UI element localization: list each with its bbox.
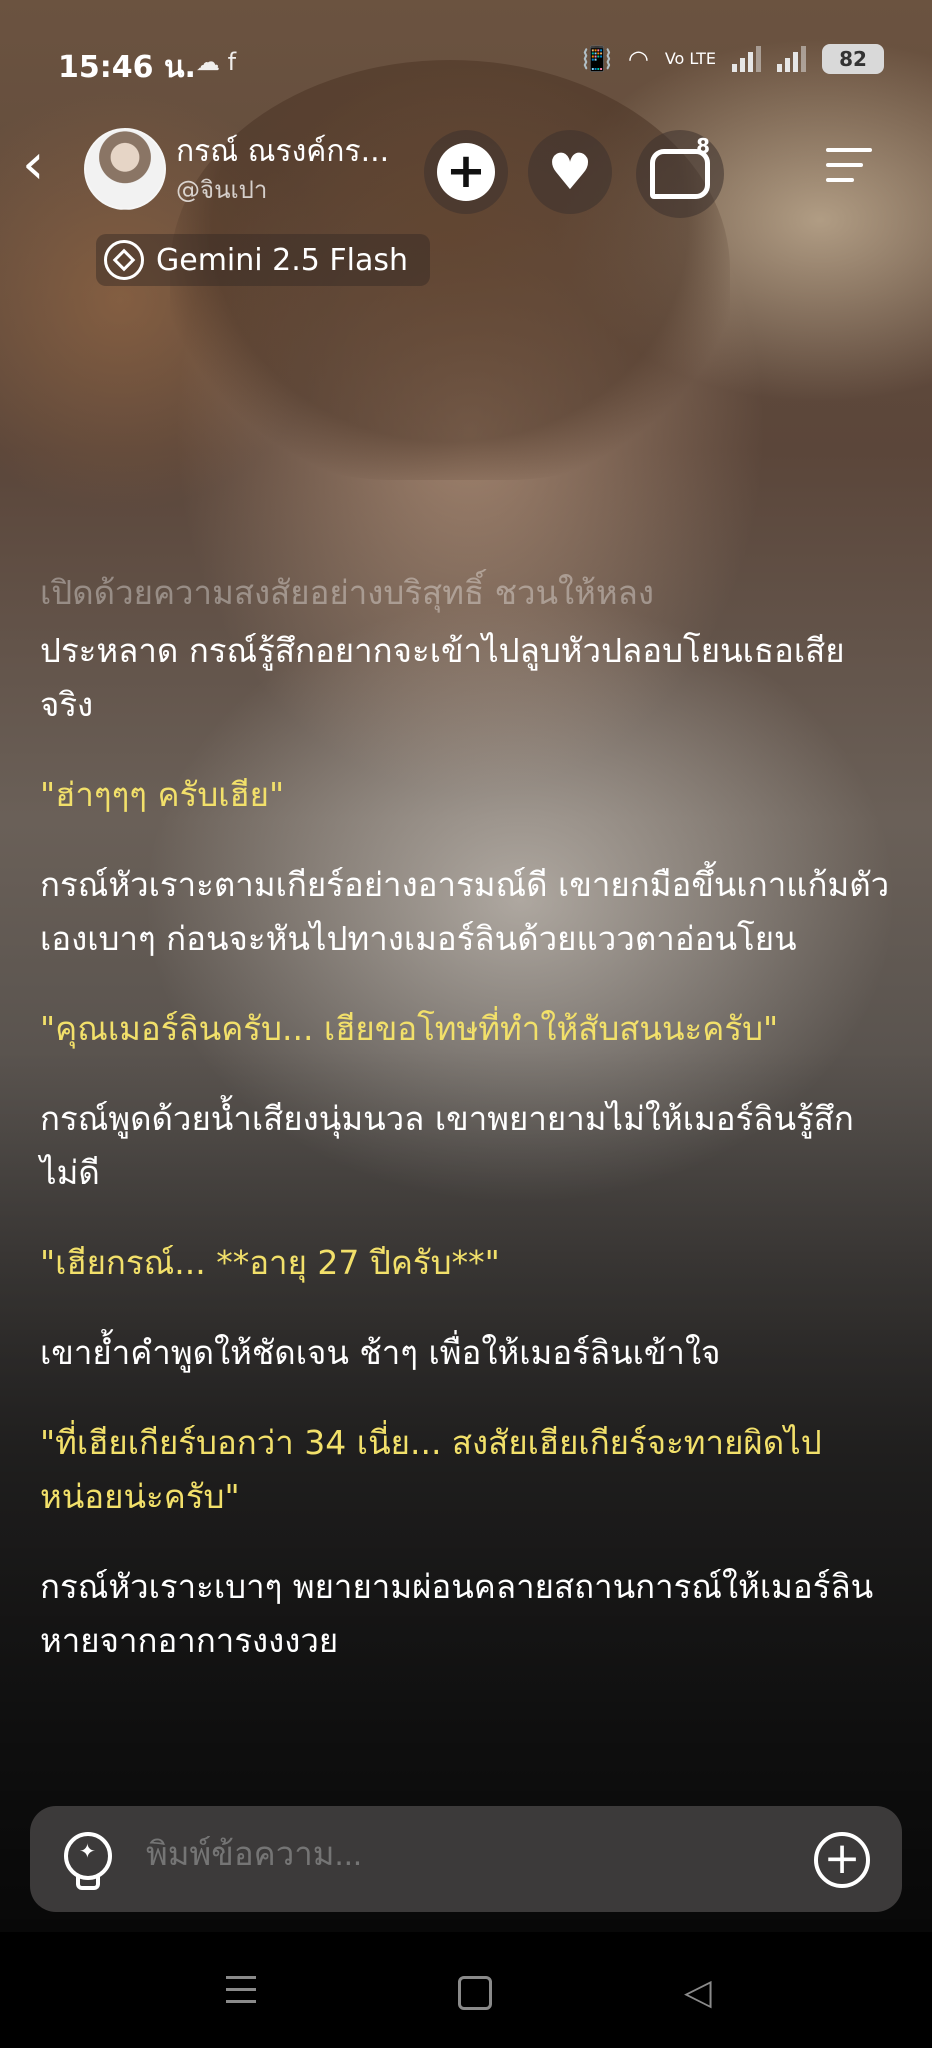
model-label: Gemini 2.5 Flash — [156, 242, 409, 278]
nav-back-icon[interactable]: ◁ — [684, 1972, 712, 2013]
chat-count-badge: 8 — [696, 134, 710, 158]
recent-apps-icon[interactable] — [226, 1976, 256, 2012]
message-input[interactable] — [144, 1834, 788, 1874]
creator-handle[interactable]: @จินเปา — [176, 170, 267, 209]
system-nav-bar: ◁ — [0, 1932, 932, 2048]
notification-icons: ☁ f — [196, 48, 237, 76]
status-bar: 15:46 น. ☁ f 📳 ◠ Vo LTE 82 — [0, 0, 932, 120]
lightbulb-icon[interactable]: ✦ — [64, 1832, 112, 1890]
signal-icon-2 — [777, 46, 806, 72]
battery-indicator: 82 — [822, 44, 884, 74]
follow-button[interactable]: + — [424, 130, 508, 214]
faded-message-line: เปิดด้วยความสงสัยอย่างบริสุทธิ์ ชวนให้หล… — [40, 573, 655, 612]
message-input-bar: ✦ + — [30, 1806, 902, 1912]
status-time: 15:46 น. — [58, 50, 196, 85]
dialogue-message: "คุณเมอร์ลินครับ... เฮียขอโทษที่ทำให้สับ… — [40, 1009, 779, 1048]
character-name[interactable]: กรณ์ ณรงค์กร... — [176, 128, 389, 175]
dialogue-message: "เฮียกรณ์... **อายุ 27 ปีครับ**" — [40, 1243, 500, 1282]
vibrate-icon: 📳 — [581, 45, 612, 73]
wifi-icon: ◠ — [627, 45, 649, 73]
chat-list-button[interactable]: 8 — [636, 130, 724, 218]
model-icon — [104, 240, 144, 280]
narration-message: กรณ์หัวเราะเบาๆ พยายามผ่อนคลายสถานการณ์ใ… — [40, 1567, 874, 1660]
chat-messages[interactable]: เปิดด้วยความสงสัยอย่างบริสุทธิ์ ชวนให้หล… — [40, 566, 892, 1668]
signal-icon — [732, 46, 761, 72]
narration-message: กรณ์พูดด้วยน้ำเสียงนุ่มนวล เขาพยายามไม่ใ… — [40, 1099, 854, 1192]
plus-icon: + — [437, 143, 495, 201]
status-right-icons: 📳 ◠ Vo LTE 82 — [582, 44, 884, 74]
dialogue-message: "ที่เฮียเกียร์บอกว่า 34 เนี่ย... สงสัยเฮ… — [40, 1423, 822, 1516]
avatar[interactable] — [84, 128, 166, 210]
narration-message: เขาย้ำคำพูดให้ชัดเจน ช้าๆ เพื่อให้เมอร์ล… — [40, 1333, 721, 1372]
network-label: Vo LTE — [664, 49, 716, 68]
model-selector[interactable]: Gemini 2.5 Flash — [96, 234, 431, 286]
back-icon[interactable]: ‹ — [22, 137, 72, 193]
dialogue-message: "ฮ่าๆๆๆ ครับเฮีย" — [40, 775, 285, 814]
narration-message: กรณ์หัวเราะตามเกียร์อย่างอารมณ์ดี เขายกม… — [40, 865, 890, 958]
home-icon[interactable] — [458, 1976, 492, 2010]
like-button[interactable]: ♥ — [528, 130, 612, 214]
menu-icon[interactable] — [826, 148, 872, 193]
narration-message: ประหลาด กรณ์รู้สึกอยากจะเข้าไปลูบหัวปลอบ… — [40, 631, 845, 724]
add-attachment-icon[interactable]: + — [814, 1832, 870, 1888]
heart-icon: ♥ — [547, 143, 593, 201]
